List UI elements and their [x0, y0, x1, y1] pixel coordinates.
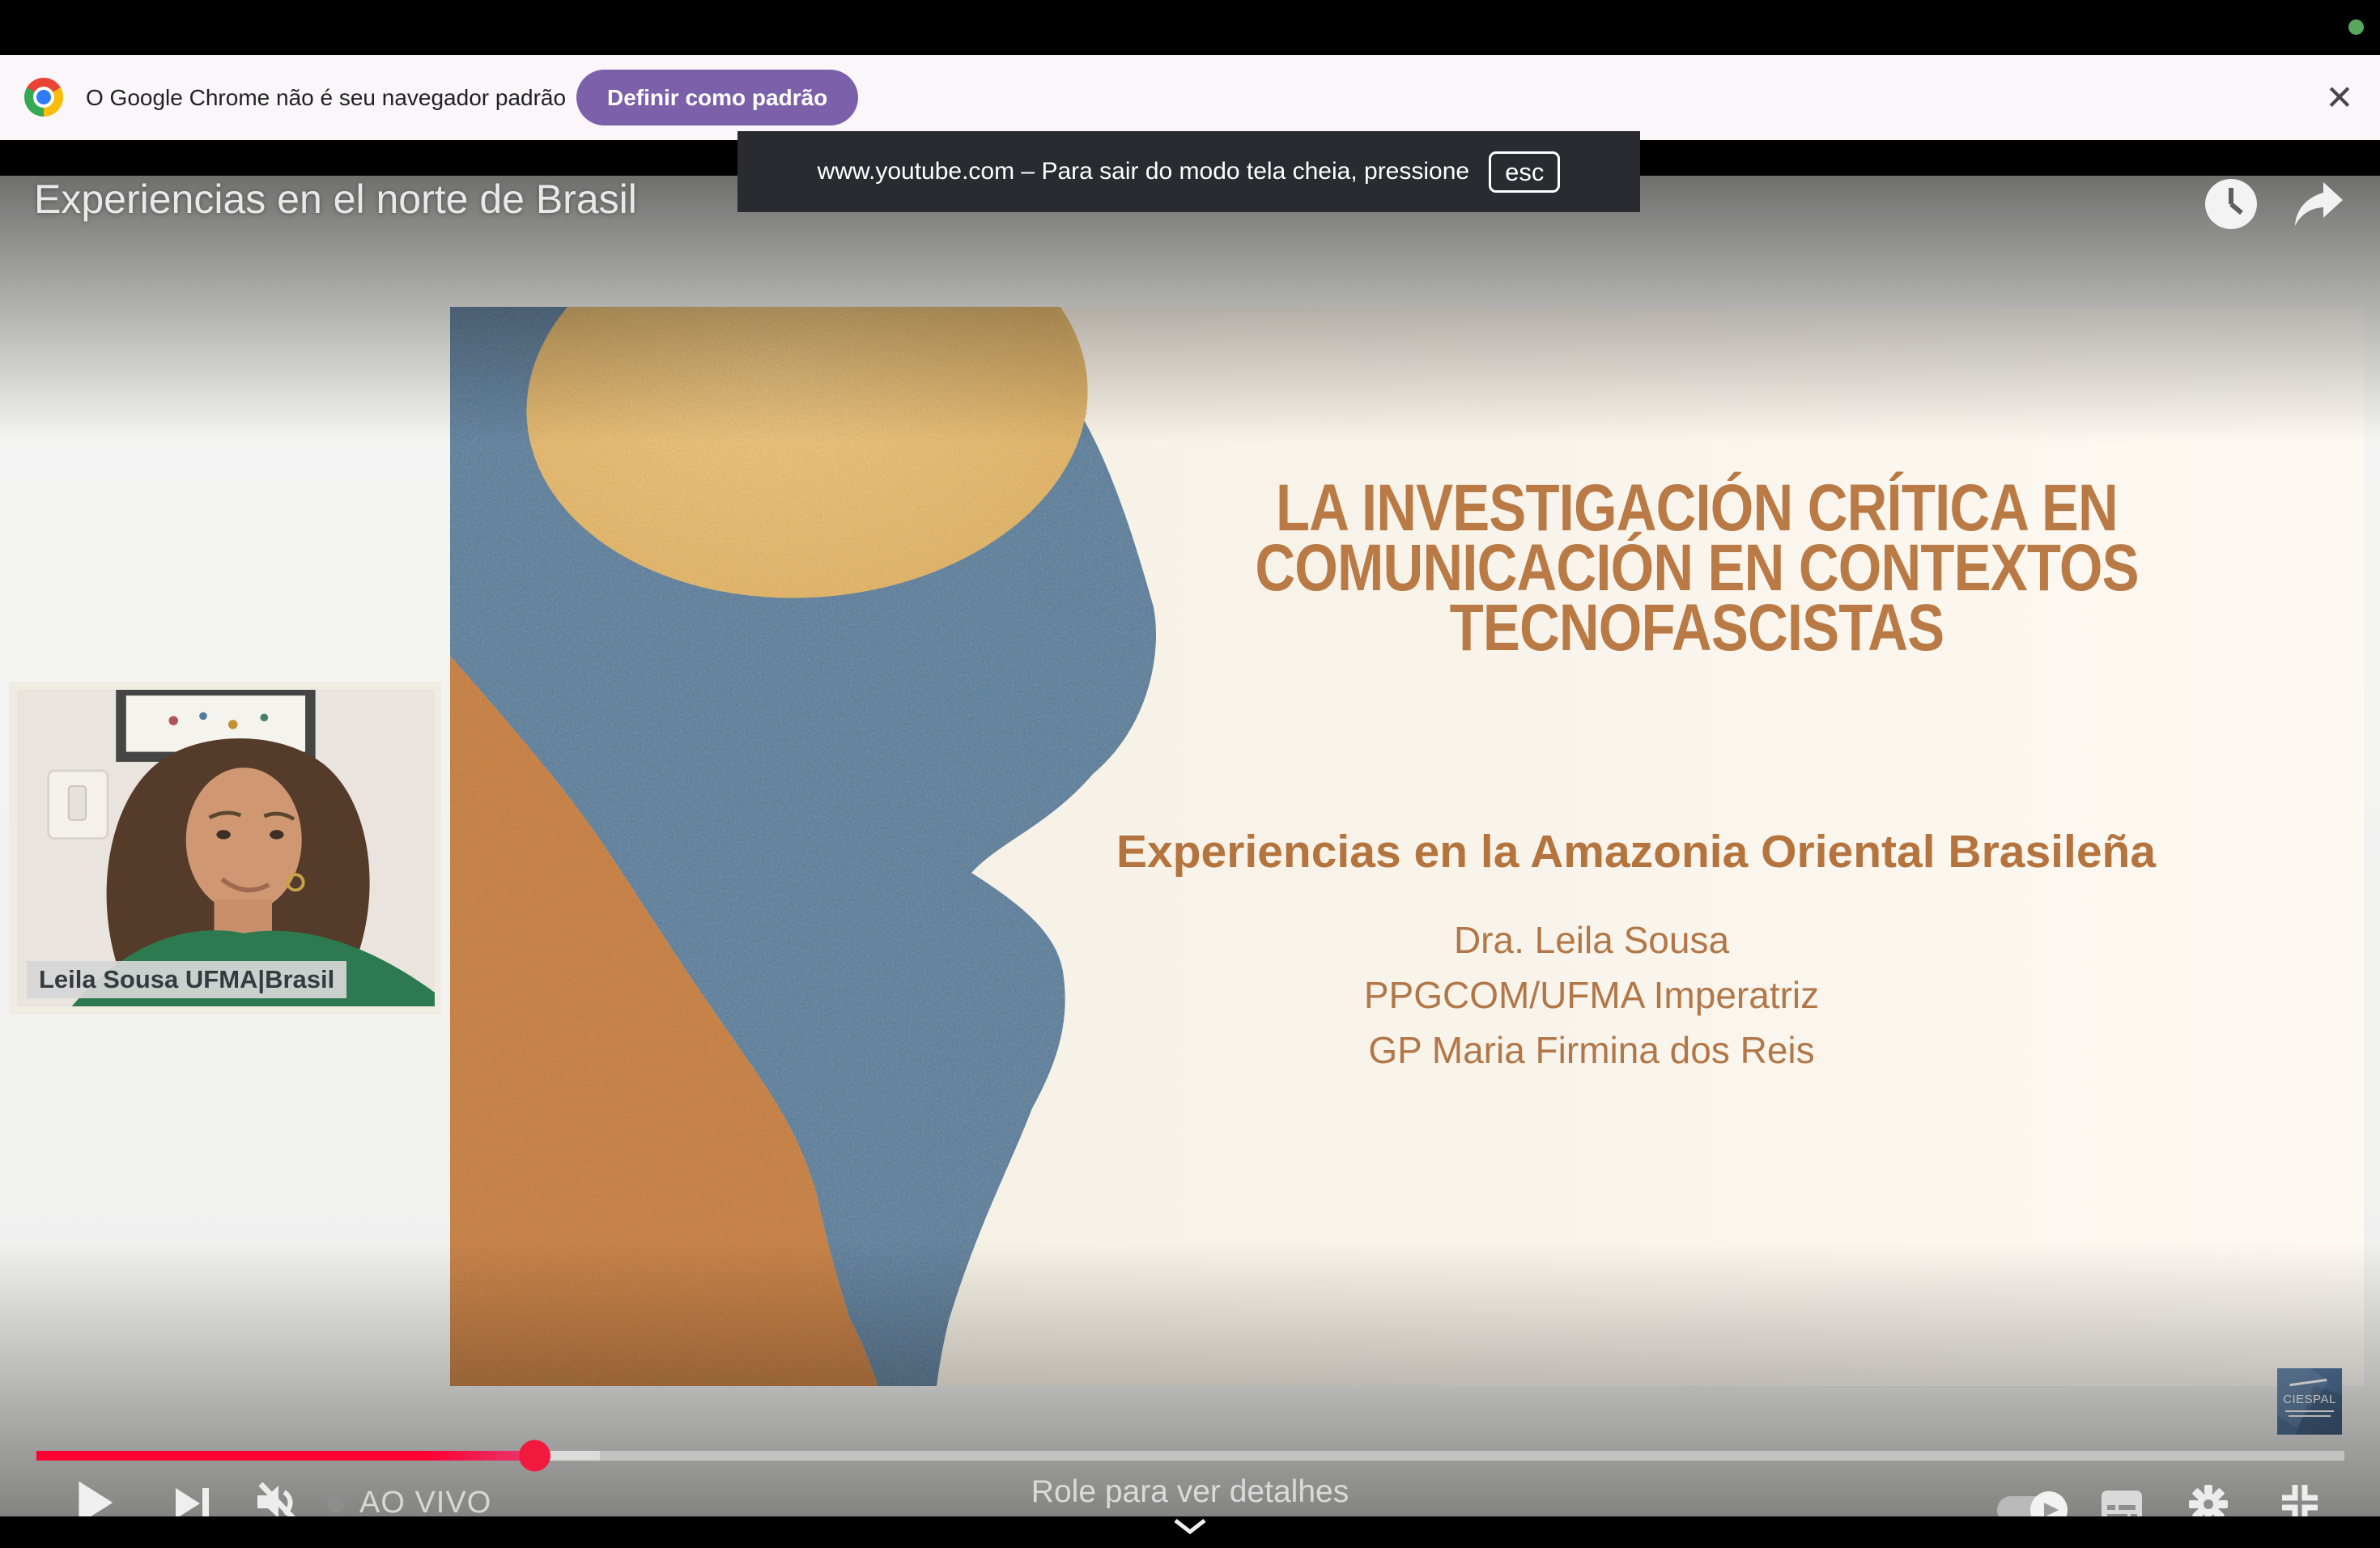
fullscreen-exit-toast: www.youtube.com – Para sair do modo tela… — [737, 131, 1640, 212]
progress-played — [36, 1451, 535, 1461]
logo-text: CIESPAL — [2277, 1393, 2342, 1406]
esc-key: esc — [1489, 151, 1560, 193]
chrome-default-browser-bar: O Google Chrome não é seu navegador padr… — [0, 55, 2380, 140]
watch-later-icon[interactable] — [2204, 177, 2259, 231]
presentation-slide: LA INVESTIGACIÓN CRÍTICA EN COMUNICACIÓN… — [450, 307, 2364, 1386]
webcam-photo — [17, 690, 435, 1006]
slide-title: LA INVESTIGACIÓN CRÍTICA EN COMUNICACIÓN… — [1106, 478, 2288, 658]
share-icon[interactable] — [2291, 181, 2344, 226]
slide-title-line: TECNOFASCISTAS — [1201, 598, 2193, 658]
speaker-name-label: Leila Sousa UFMA|Brasil — [27, 961, 346, 998]
slide-credits: Dra. Leila Sousa PPGCOM/UFMA Imperatriz … — [1009, 912, 2174, 1078]
status-green-dot — [2348, 19, 2364, 35]
credit-line: PPGCOM/UFMA Imperatriz — [1009, 968, 2174, 1023]
chrome-logo-icon — [24, 78, 63, 117]
credit-line: GP Maria Firmina dos Reis — [1009, 1023, 2174, 1078]
ciespal-logo: CIESPAL — [2277, 1368, 2342, 1435]
progress-bar[interactable] — [36, 1451, 2344, 1461]
logo-underline — [2285, 1410, 2334, 1412]
chevron-down-icon[interactable] — [1172, 1517, 1208, 1537]
logo-underline — [2289, 1415, 2331, 1417]
scrubber-handle[interactable] — [519, 1440, 550, 1472]
slide-title-line: LA INVESTIGACIÓN CRÍTICA EN — [1201, 478, 2193, 538]
set-default-button[interactable]: Definir como padrão — [576, 70, 858, 125]
toast-message: www.youtube.com – Para sair do modo tela… — [818, 158, 1469, 185]
credit-line: Dra. Leila Sousa — [1009, 912, 2174, 968]
screen: O Google Chrome não é seu navegador padr… — [0, 0, 2380, 1548]
slide-subtitle: Experiencias en la Amazonia Oriental Bra… — [976, 825, 2296, 878]
video-title: Experiencias en el norte de Brasil — [34, 176, 637, 223]
speaker-webcam: Leila Sousa UFMA|Brasil — [9, 682, 441, 1014]
close-icon[interactable]: ✕ — [2314, 55, 2365, 140]
default-browser-message: O Google Chrome não é seu navegador padr… — [86, 55, 566, 140]
slide-title-line: COMUNICACIÓN EN CONTEXTOS — [1201, 538, 2193, 598]
video-player[interactable]: LA INVESTIGACIÓN CRÍTICA EN COMUNICACIÓN… — [0, 176, 2380, 1516]
